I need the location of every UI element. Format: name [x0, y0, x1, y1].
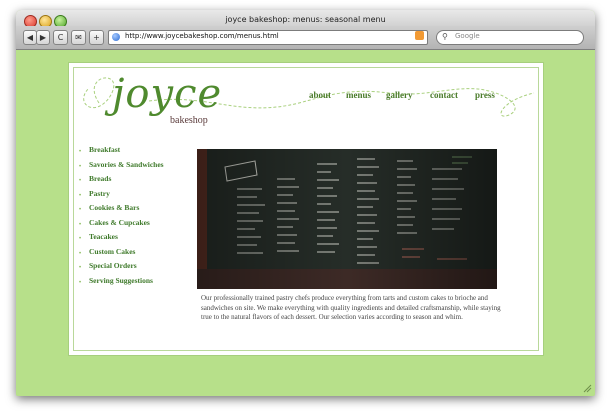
window-title: joyce bakeshop: menus: seasonal menu [225, 15, 386, 24]
logo-name: joyce [112, 71, 223, 117]
menu-item-savories[interactable]: Savories & Sandwiches [89, 160, 164, 169]
menu-item-serving-suggestions[interactable]: Serving Suggestions [89, 276, 153, 285]
bullet-icon: • [79, 163, 82, 170]
menu-item-cakes[interactable]: Cakes & Cupcakes [89, 218, 150, 227]
search-input[interactable]: ⚲ Google [436, 30, 584, 45]
bullet-icon: • [79, 265, 82, 271]
bullet-icon: • [79, 236, 82, 242]
menu-item-special-orders[interactable]: Special Orders [89, 261, 137, 270]
back-button[interactable]: ◀ [23, 30, 37, 45]
bullet-icon: • [79, 279, 82, 286]
nav-contact[interactable]: contact [430, 90, 458, 100]
resize-grip-icon[interactable] [582, 383, 592, 393]
bullet-icon: • [79, 221, 82, 228]
menu-item-cookies[interactable]: Cookies & Bars [89, 203, 139, 212]
menu-item-breads[interactable]: Breads [89, 174, 111, 183]
globe-icon [112, 33, 120, 41]
bullet-icon: • [79, 149, 82, 155]
snapback-button[interactable]: ✉ [71, 30, 86, 45]
address-bar[interactable]: http://www.joycebakeshop.com/menus.html [108, 30, 428, 45]
bullet-icon: • [79, 192, 82, 199]
forward-button[interactable]: ▶ [36, 30, 50, 45]
bullet-icon: • [79, 178, 82, 184]
menu-item-teacakes[interactable]: Teacakes [89, 232, 118, 241]
rss-icon[interactable] [415, 31, 424, 40]
nav-menus[interactable]: menus [346, 90, 371, 100]
search-icon: ⚲ [442, 32, 448, 41]
logo-subtitle: bakeshop [170, 115, 208, 126]
menu-item-custom-cakes[interactable]: Custom Cakes [89, 247, 135, 256]
url-text: http://www.joycebakeshop.com/menus.html [125, 32, 279, 40]
site-logo[interactable]: joyce bakeshop [112, 71, 232, 129]
search-placeholder: Google [455, 32, 480, 40]
bullet-icon: • [79, 250, 82, 257]
nav-about[interactable]: about [309, 90, 331, 100]
add-bookmark-button[interactable]: + [89, 30, 104, 45]
description-text: Our professionally trained pastry chefs … [201, 294, 501, 322]
bullet-icon: • [79, 207, 82, 213]
menu-item-pastry[interactable]: Pastry [89, 189, 110, 198]
chalkboard-photo-image [197, 149, 497, 289]
browser-toolbar: ◀ ▶ C ✉ + http://www.joycebakeshop.com/m… [16, 26, 595, 50]
reload-button[interactable]: C [53, 30, 68, 45]
nav-press[interactable]: press [475, 90, 495, 100]
menu-item-breakfast[interactable]: Breakfast [89, 145, 120, 154]
web-page: joyce bakeshop about menus gallery conta… [68, 62, 544, 356]
browser-window: joyce bakeshop: menus: seasonal menu ◀ ▶… [16, 10, 595, 396]
nav-gallery[interactable]: gallery [386, 90, 413, 100]
chalkboard-menu-photo [197, 149, 497, 289]
